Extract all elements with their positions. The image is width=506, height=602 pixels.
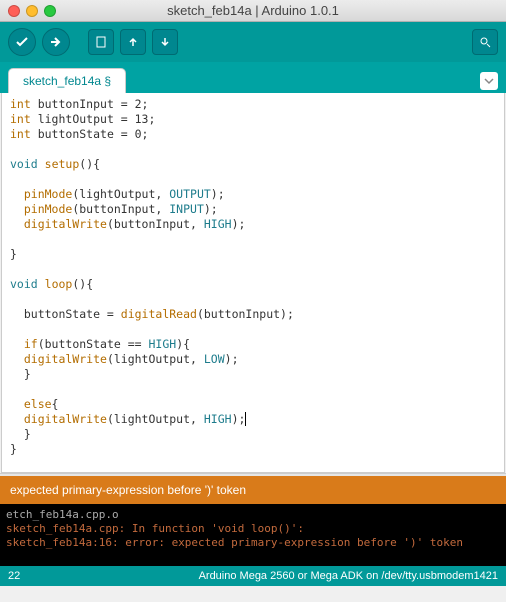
- minimize-icon[interactable]: [26, 5, 38, 17]
- tab-bar: sketch_feb14a §: [0, 62, 506, 93]
- upload-button[interactable]: [42, 28, 70, 56]
- console-line: sketch_feb14a.cpp: In function 'void loo…: [6, 522, 500, 536]
- close-icon[interactable]: [8, 5, 20, 17]
- maximize-icon[interactable]: [44, 5, 56, 17]
- error-bar: expected primary-expression before ')' t…: [0, 476, 506, 504]
- tab-menu-button[interactable]: [480, 72, 498, 90]
- window-title: sketch_feb14a | Arduino 1.0.1: [56, 3, 450, 18]
- toolbar: [0, 22, 506, 62]
- traffic-lights: [8, 5, 56, 17]
- code-editor[interactable]: int buttonInput = 2; int lightOutput = 1…: [1, 93, 505, 473]
- new-button[interactable]: [88, 29, 114, 55]
- text-caret: [245, 412, 246, 426]
- save-button[interactable]: [152, 29, 178, 55]
- console-line: sketch_feb14a:16: error: expected primar…: [6, 536, 500, 550]
- open-button[interactable]: [120, 29, 146, 55]
- verify-button[interactable]: [8, 28, 36, 56]
- error-message: expected primary-expression before ')' t…: [10, 483, 246, 497]
- status-board: Arduino Mega 2560 or Mega ADK on /dev/tt…: [199, 570, 498, 582]
- status-line-number: 22: [8, 570, 20, 582]
- serial-monitor-button[interactable]: [472, 29, 498, 55]
- status-bar: 22 Arduino Mega 2560 or Mega ADK on /dev…: [0, 566, 506, 586]
- titlebar: sketch_feb14a | Arduino 1.0.1: [0, 0, 506, 22]
- console-line: etch_feb14a.cpp.o: [6, 508, 500, 522]
- console[interactable]: etch_feb14a.cpp.o sketch_feb14a.cpp: In …: [0, 504, 506, 566]
- code-line: int: [10, 97, 31, 111]
- tab-sketch[interactable]: sketch_feb14a §: [8, 68, 126, 93]
